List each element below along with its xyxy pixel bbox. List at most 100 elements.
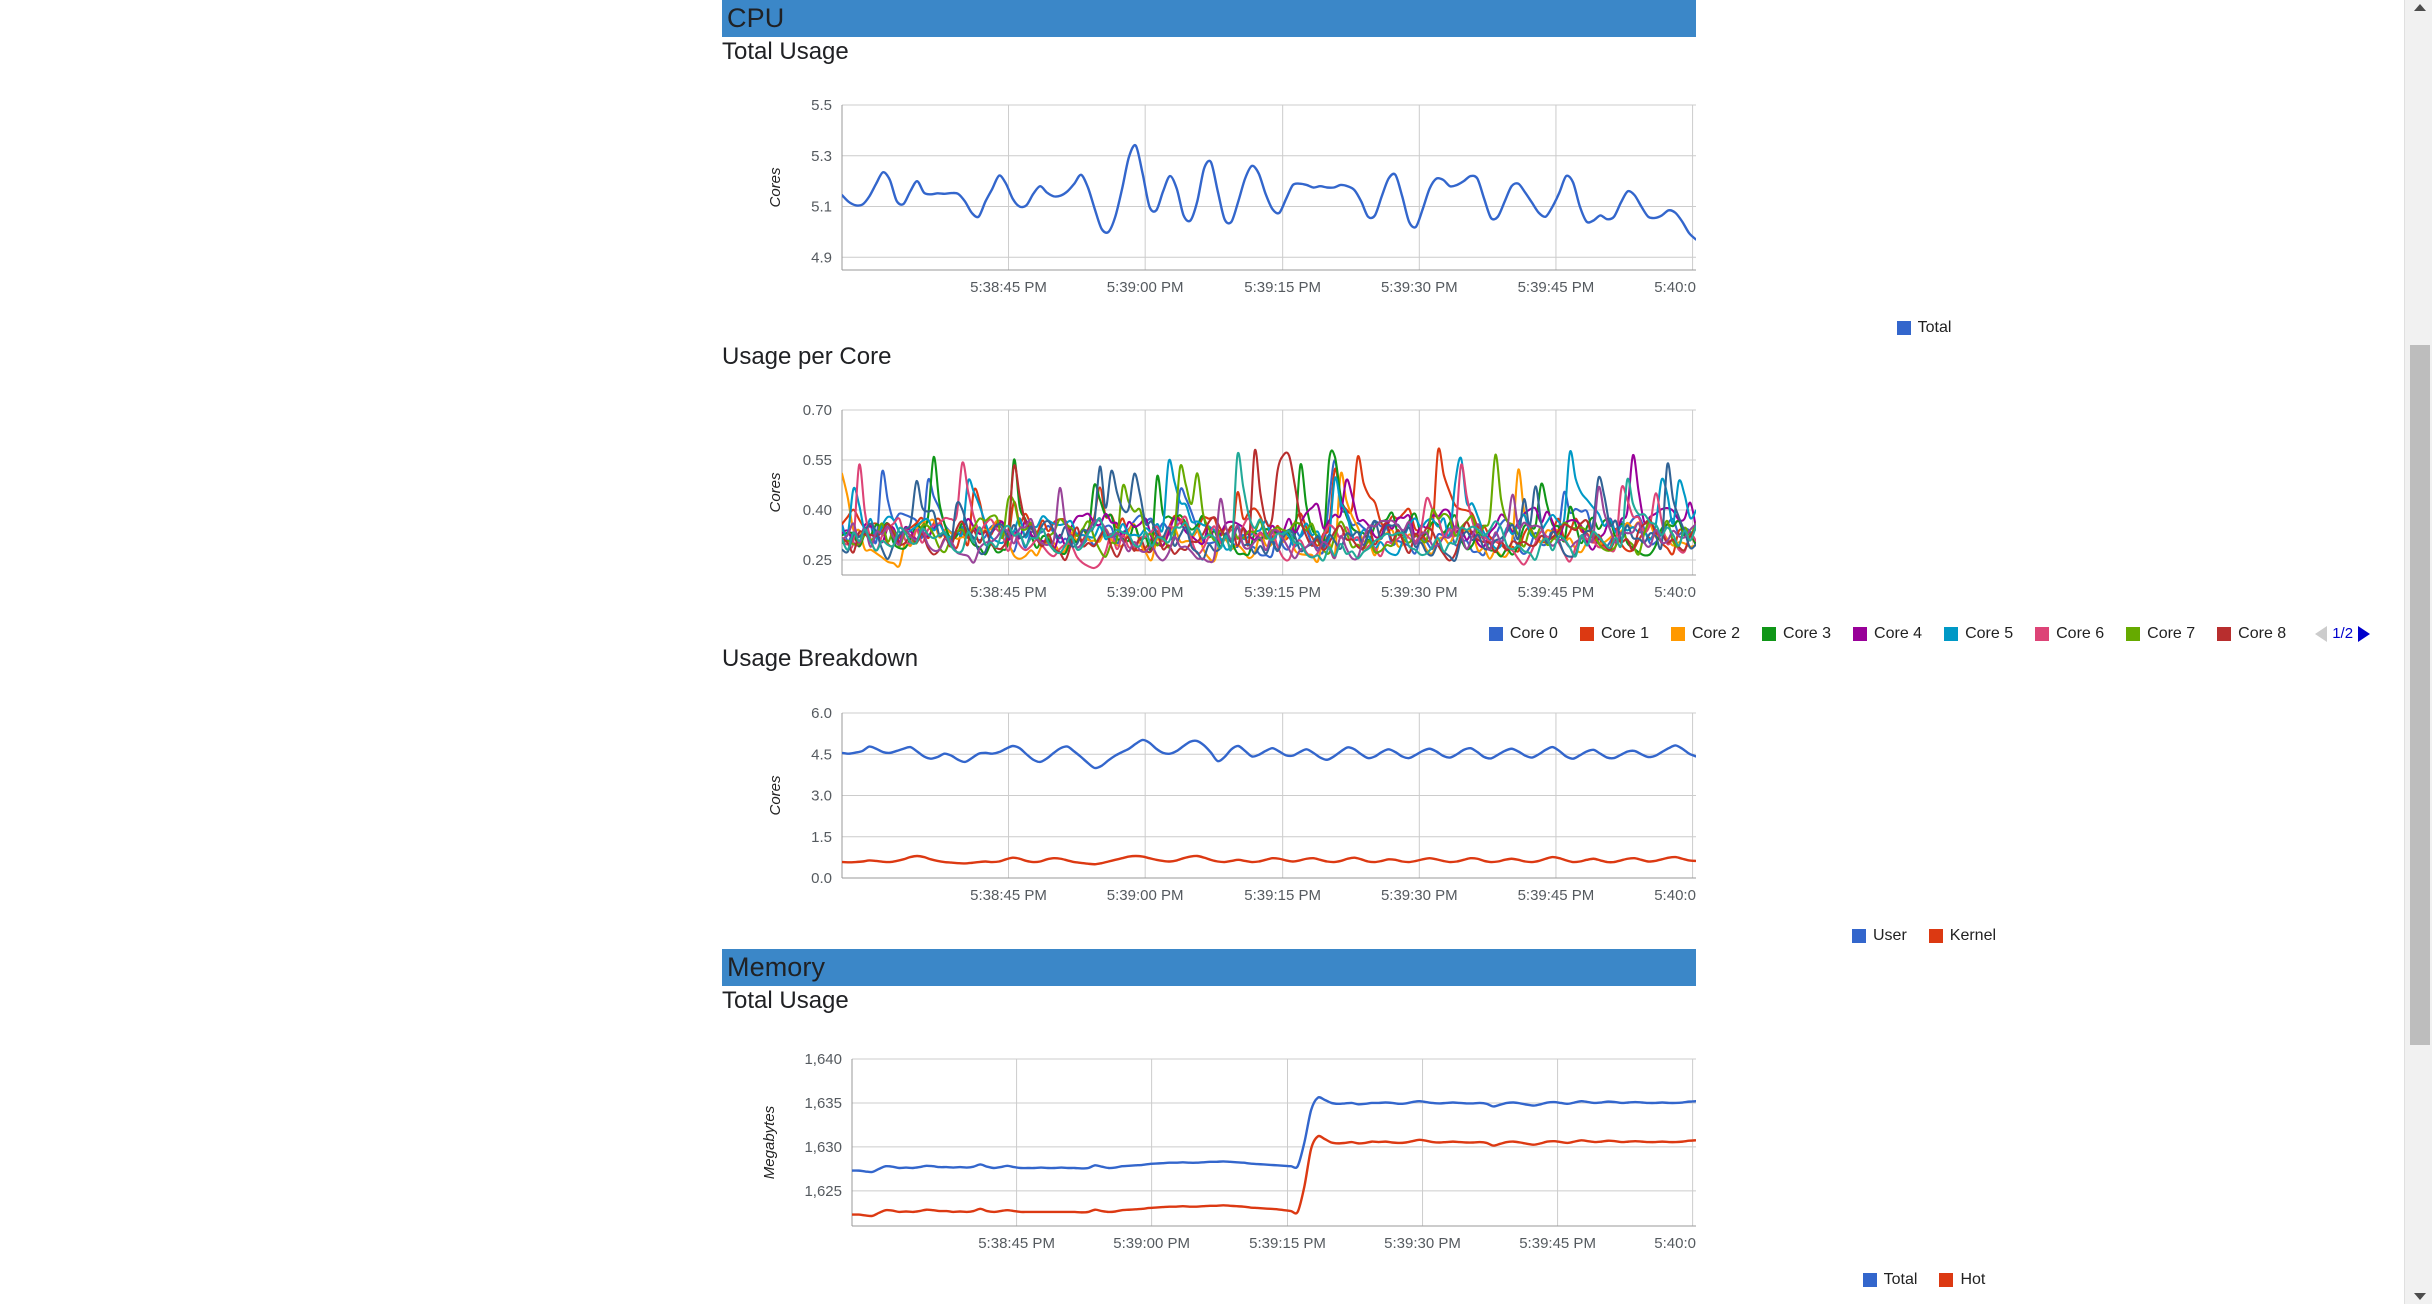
page-root: CPU Total Usage 4.9 5.1 5.3 5.5 5:38:45 PM 5:… (0, 0, 2432, 1304)
legend-item-hot[interactable]: Hot (1939, 1272, 1985, 1288)
legend-swatch-icon (1488, 626, 1503, 641)
legend-swatch-icon (1896, 321, 1911, 335)
svg-text:5:39:30 PM: 5:39:30 PM (1381, 279, 1458, 296)
legend-item-core-7[interactable]: Core 7 (2126, 624, 2196, 642)
section-header-cpu: CPU (722, 0, 1696, 37)
svg-text:5.5: 5.5 (811, 97, 832, 114)
legend-swatch-icon (2217, 626, 2232, 641)
svg-text:6.0: 6.0 (811, 705, 832, 722)
svg-text:5:39:15 PM: 5:39:15 PM (1244, 584, 1321, 601)
legend-item-core-3[interactable]: Core 3 (1762, 625, 1831, 642)
chart-title-cpu-usage-breakdown: Usage Breakdown (722, 645, 919, 672)
svg-text:5:39:15 PM: 5:39:15 PM (1244, 887, 1321, 904)
legend-swatch-icon (1853, 626, 1868, 641)
svg-text:5:40:00 PM: 5:40:00 PM (1654, 279, 1696, 296)
legend-label: Kernel (1949, 927, 1997, 944)
legend-swatch-icon (1944, 626, 1959, 641)
legend-item-total[interactable]: Total (1862, 1271, 1918, 1288)
svg-text:5:40:00 PM: 5:40:00 PM (1654, 1235, 1696, 1252)
legend-item-core-0[interactable]: Core 0 (1488, 625, 1558, 642)
svg-text:5:39:30 PM: 5:39:30 PM (1384, 1235, 1461, 1252)
svg-text:5:39:00 PM: 5:39:00 PM (1113, 1235, 1190, 1252)
svg-text:5:39:00 PM: 5:39:00 PM (1107, 584, 1184, 601)
svg-text:5:39:45 PM: 5:39:45 PM (1518, 279, 1595, 296)
legend-label: Core 1 (1600, 624, 1649, 642)
chart-title-memory-total-usage: Total Usage (722, 987, 849, 1014)
scrollbar-thumb[interactable] (2410, 345, 2430, 1045)
svg-text:4.9: 4.9 (811, 249, 832, 266)
svg-text:1,640: 1,640 (804, 1051, 842, 1068)
legend-cpu-usage-per-core: Core 0 Core 1 Core 2 Core 3 Core 4 Core … (722, 625, 2432, 642)
legend-label: Core 5 (1965, 624, 2014, 642)
svg-text:5:38:45 PM: 5:38:45 PM (970, 887, 1047, 904)
legend-swatch-icon (1670, 626, 1685, 641)
svg-text:5:39:15 PM: 5:39:15 PM (1244, 279, 1321, 296)
legend-swatch-icon (1939, 1273, 1954, 1287)
svg-text:5.3: 5.3 (811, 148, 832, 165)
legend-label: Total (1883, 1271, 1918, 1288)
legend-memory-total-usage: Total Hot (722, 1272, 2432, 1288)
vertical-scrollbar[interactable] (2404, 0, 2432, 1304)
legend-label: Core 2 (1691, 624, 1741, 642)
legend-label: Total (1917, 319, 1952, 336)
chart-title-cpu-total-usage: Total Usage (722, 38, 849, 65)
chart-cpu-usage-per-core[interactable]: 0.25 0.40 0.55 0.70 5:38:45 PM 5:39:00 PM 5:39… (722, 400, 1696, 615)
legend-swatch-icon (1579, 626, 1594, 641)
svg-text:Cores: Cores (767, 472, 784, 513)
svg-text:0.25: 0.25 (803, 552, 832, 569)
legend-label: Core 6 (2056, 624, 2105, 642)
svg-text:5:39:00 PM: 5:39:00 PM (1107, 279, 1184, 296)
svg-text:3.0: 3.0 (811, 788, 832, 805)
svg-text:5:40:00 PM: 5:40:00 PM (1654, 887, 1696, 904)
legend-item-kernel[interactable]: Kernel (1928, 927, 1997, 944)
legend-swatch-icon (2035, 626, 2050, 641)
legend-cpu-total-usage: Total (722, 320, 2432, 336)
chart-memory-total-usage[interactable]: 1,625 1,630 1,635 1,640 5:38:45 PM 5:39:00 PM… (722, 1045, 1696, 1270)
triangle-left-icon[interactable] (2315, 625, 2328, 642)
legend-label: Core 7 (2147, 624, 2196, 642)
svg-text:5:40:00 PM: 5:40:00 PM (1654, 584, 1696, 601)
legend-item-core-8[interactable]: Core 8 (2217, 624, 2287, 642)
svg-text:Megabytes: Megabytes (761, 1105, 778, 1179)
svg-text:0.40: 0.40 (803, 502, 832, 519)
legend-swatch-icon (2126, 626, 2141, 641)
legend-label: Hot (1960, 1271, 1986, 1288)
legend-item-core-4[interactable]: Core 4 (1853, 624, 1923, 642)
svg-text:0.70: 0.70 (803, 402, 832, 419)
svg-text:5.1: 5.1 (811, 199, 832, 216)
triangle-up-icon[interactable] (2414, 4, 2426, 11)
legend-label: User (1872, 927, 1907, 944)
legend-item-user[interactable]: User (1851, 927, 1907, 944)
svg-text:1,625: 1,625 (804, 1183, 842, 1200)
svg-text:5:38:45 PM: 5:38:45 PM (978, 1235, 1055, 1252)
legend-item-core-2[interactable]: Core 2 (1670, 624, 1741, 642)
svg-text:5:39:30 PM: 5:39:30 PM (1381, 887, 1458, 904)
legend-pagination: 1/2 (2315, 625, 2371, 642)
triangle-down-icon[interactable] (2414, 1293, 2426, 1300)
svg-text:1,630: 1,630 (804, 1139, 842, 1156)
svg-text:5:39:30 PM: 5:39:30 PM (1381, 584, 1458, 601)
chart-cpu-total-usage[interactable]: 4.9 5.1 5.3 5.5 5:38:45 PM 5:39:00 PM 5:39:15 … (722, 95, 1696, 310)
section-header-memory: Memory (722, 949, 1696, 986)
legend-item-total[interactable]: Total (1896, 319, 1952, 336)
svg-text:1.5: 1.5 (811, 829, 832, 846)
legend-swatch-icon (1851, 929, 1866, 943)
svg-text:0.0: 0.0 (811, 870, 832, 887)
legend-cpu-usage-breakdown: User Kernel (722, 928, 2432, 944)
legend-item-core-1[interactable]: Core 1 (1579, 624, 1649, 642)
legend-item-core-6[interactable]: Core 6 (2035, 624, 2105, 642)
svg-text:5:39:45 PM: 5:39:45 PM (1518, 584, 1595, 601)
legend-label: Core 4 (1874, 624, 1923, 642)
svg-text:4.5: 4.5 (811, 746, 832, 763)
svg-text:0.55: 0.55 (803, 452, 832, 469)
legend-page-indicator: 1/2 (2332, 625, 2354, 642)
legend-label: Core 8 (2238, 624, 2287, 642)
svg-text:5:38:45 PM: 5:38:45 PM (970, 279, 1047, 296)
svg-text:Cores: Cores (767, 167, 784, 208)
svg-text:5:39:00 PM: 5:39:00 PM (1107, 887, 1184, 904)
chart-cpu-usage-breakdown[interactable]: 0.0 1.5 3.0 4.5 6.0 5:38:45 PM 5:39:00 PM 5:39:… (722, 703, 1696, 918)
triangle-right-icon[interactable] (2358, 625, 2371, 642)
legend-item-core-5[interactable]: Core 5 (1944, 624, 2014, 642)
svg-text:5:38:45 PM: 5:38:45 PM (970, 584, 1047, 601)
legend-swatch-icon (1928, 929, 1943, 943)
